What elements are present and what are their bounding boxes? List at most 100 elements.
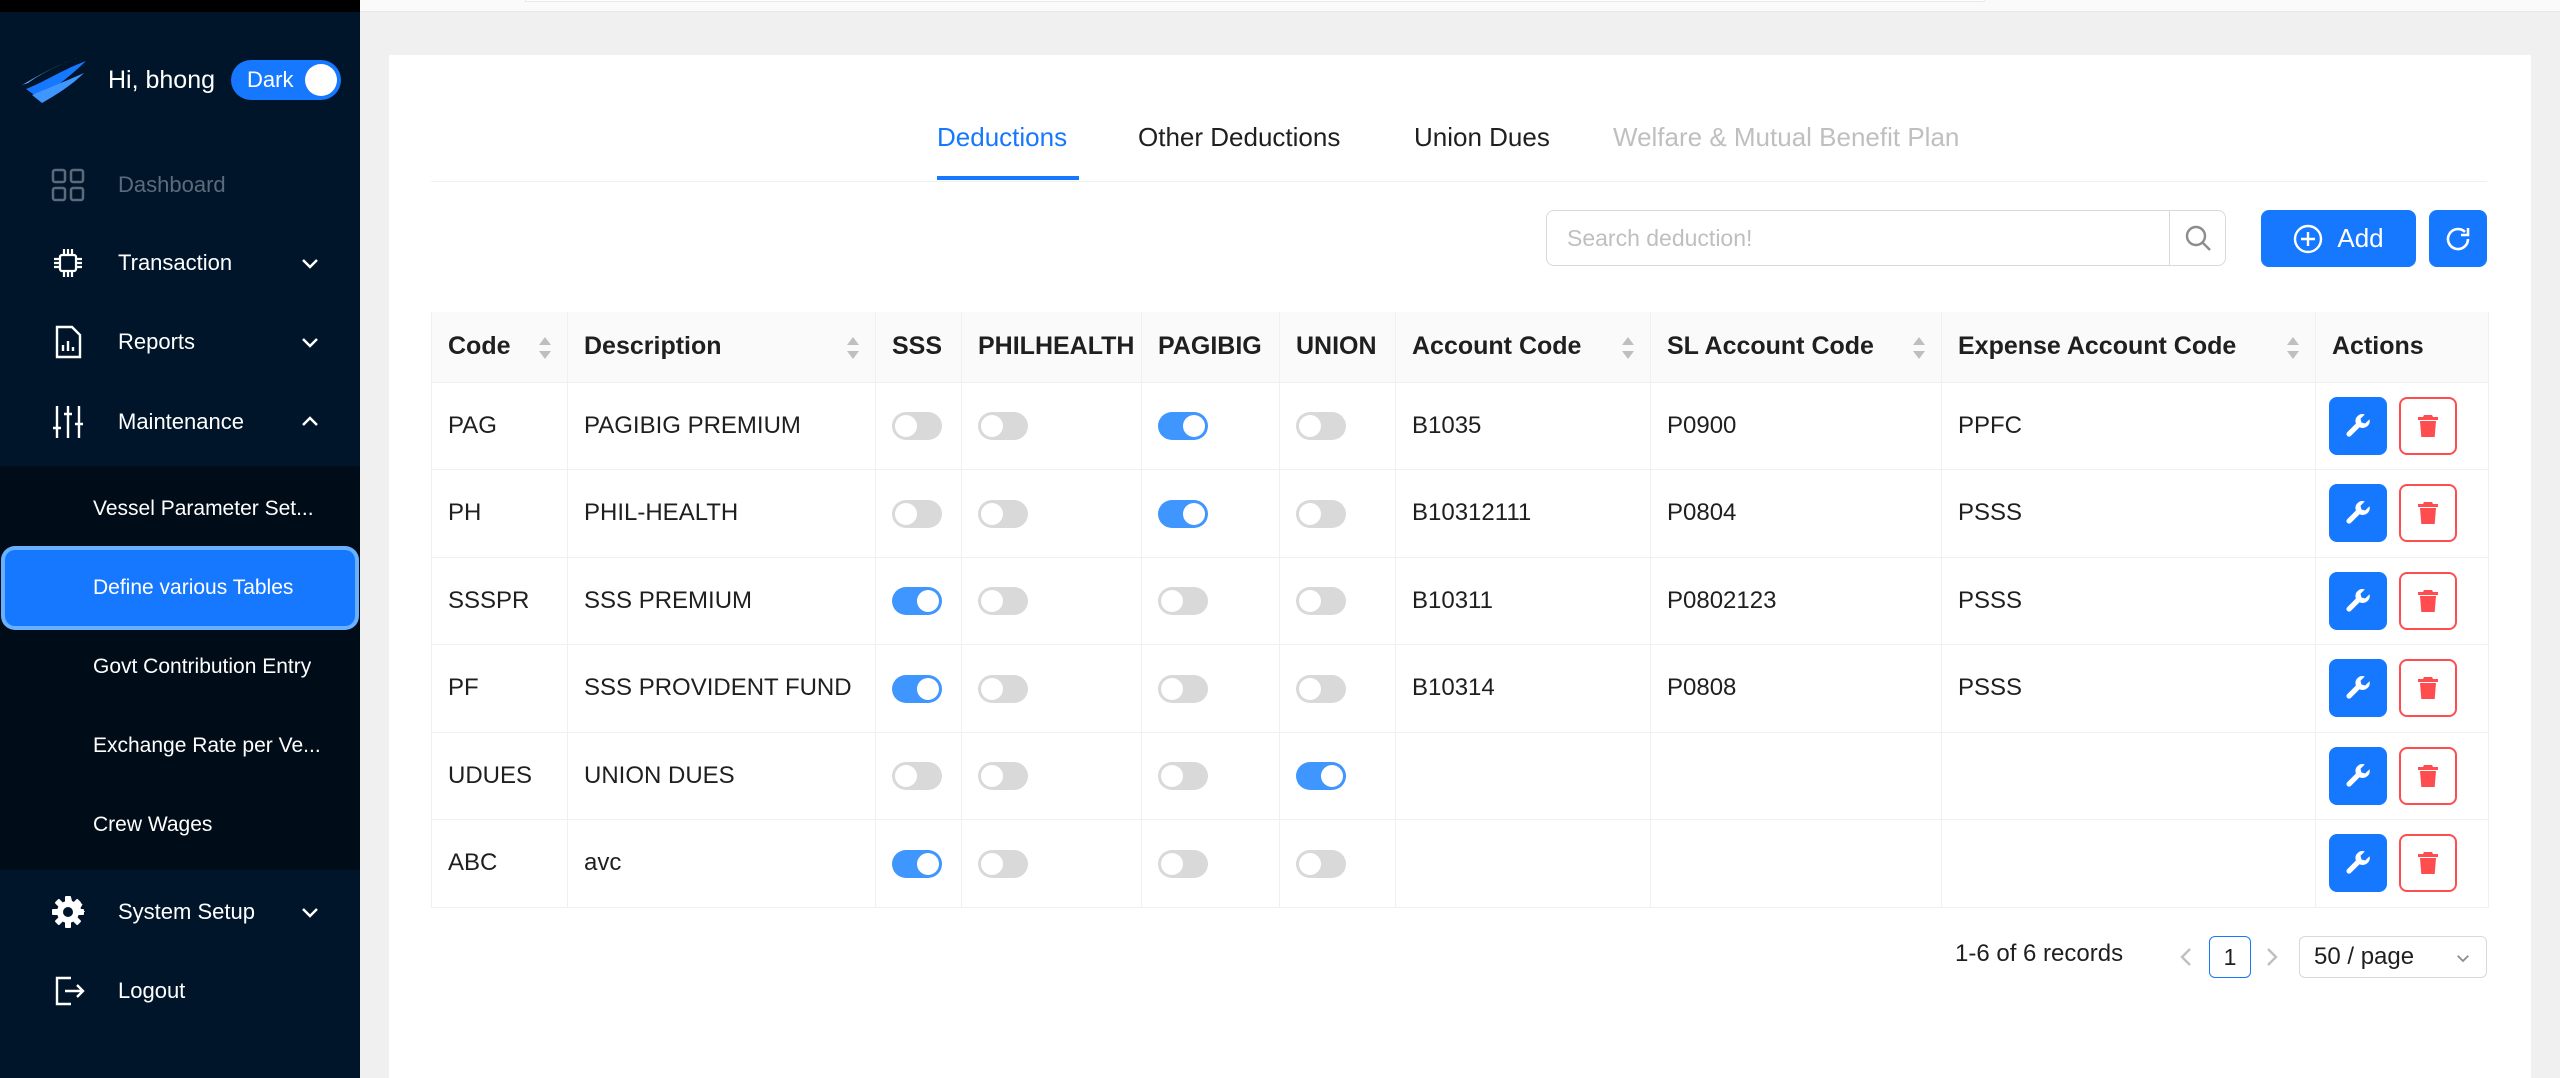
delete-button[interactable] — [2399, 746, 2457, 805]
submenu-item-crew-wages[interactable]: Crew Wages — [0, 790, 360, 860]
chevron-left-icon[interactable] — [2176, 945, 2196, 969]
pagibig-switch[interactable] — [1158, 674, 1208, 703]
trash-icon — [2418, 852, 2438, 875]
code-cell: SSSPR — [431, 557, 568, 645]
column-header-account-code[interactable]: Account Code — [1395, 312, 1651, 383]
sidebar-item-transaction[interactable]: Transaction — [0, 228, 360, 298]
gear-icon — [48, 892, 88, 932]
delete-button[interactable] — [2399, 396, 2457, 455]
user-greeting: Hi, bhong — [108, 65, 216, 94]
submenu-item-exchange-rate[interactable]: Exchange Rate per Ve... — [0, 711, 360, 781]
sss-switch[interactable] — [892, 762, 942, 791]
pagibig-switch[interactable] — [1158, 849, 1208, 878]
wrench-icon — [2346, 851, 2370, 874]
submenu-item-govt-contribution[interactable]: Govt Contribution Entry — [0, 632, 360, 702]
philhealth-switch[interactable] — [978, 762, 1028, 791]
union-switch[interactable] — [1296, 762, 1346, 791]
pagibig-switch[interactable] — [1158, 499, 1208, 528]
column-header-description[interactable]: Description — [567, 312, 876, 383]
philhealth-switch[interactable] — [978, 849, 1028, 878]
sl-account-code-cell — [1650, 819, 1942, 908]
sidebar-item-dashboard[interactable]: Dashboard — [0, 150, 360, 220]
submenu-item-define-tables[interactable]: Define various Tables — [5, 550, 355, 626]
expense-account-code-cell: PSSS — [1941, 557, 2316, 645]
union-switch[interactable] — [1296, 849, 1346, 878]
sidebar-item-system-setup[interactable]: System Setup — [0, 877, 360, 947]
sss-cell — [875, 819, 962, 908]
sidebar-item-maintenance[interactable]: Maintenance — [0, 387, 360, 457]
submenu-item-label: Govt Contribution Entry — [93, 655, 312, 678]
pagibig-switch[interactable] — [1158, 412, 1208, 441]
delete-button[interactable] — [2399, 484, 2457, 543]
edit-button[interactable] — [2329, 834, 2387, 893]
edit-button[interactable] — [2329, 746, 2387, 805]
pagibig-cell — [1141, 557, 1280, 645]
sss-cell — [875, 382, 962, 470]
chevron-down-icon — [302, 338, 318, 348]
philhealth-switch[interactable] — [978, 587, 1028, 616]
sss-switch[interactable] — [892, 674, 942, 703]
edit-button[interactable] — [2329, 659, 2387, 718]
search-icon — [2185, 225, 2211, 251]
table-row: PF SSS PROVIDENT FUND B10314 P0808 PSSS — [431, 644, 2489, 733]
sss-switch[interactable] — [892, 499, 942, 528]
sort-icon — [847, 337, 859, 359]
submenu-item-vessel-parameter[interactable]: Vessel Parameter Set... — [0, 474, 360, 544]
logout-icon — [48, 971, 88, 1011]
refresh-button[interactable] — [2429, 210, 2487, 267]
trash-icon — [2418, 589, 2438, 612]
union-switch[interactable] — [1296, 674, 1346, 703]
sidebar-item-logout[interactable]: Logout — [0, 956, 360, 1026]
sl-account-code-cell: P0804 — [1650, 469, 1942, 558]
union-switch[interactable] — [1296, 499, 1346, 528]
union-cell — [1279, 819, 1396, 908]
column-header-code[interactable]: Code — [431, 312, 568, 383]
add-button[interactable]: Add — [2261, 210, 2416, 267]
sidebar-item-label: Transaction — [118, 250, 233, 275]
search-input[interactable] — [1547, 211, 2169, 265]
pagibig-switch[interactable] — [1158, 587, 1208, 616]
delete-button[interactable] — [2399, 659, 2457, 718]
chevron-down-icon — [2457, 955, 2469, 963]
edit-button[interactable] — [2329, 571, 2387, 630]
union-switch[interactable] — [1296, 412, 1346, 441]
pagination-page-1[interactable]: 1 — [2209, 936, 2251, 978]
union-switch[interactable] — [1296, 587, 1346, 616]
sss-switch[interactable] — [892, 587, 942, 616]
pagibig-switch[interactable] — [1158, 762, 1208, 791]
tab-union-dues[interactable]: Union Dues — [1414, 122, 1550, 153]
philhealth-switch[interactable] — [978, 412, 1028, 441]
wrench-icon — [2346, 676, 2370, 699]
philhealth-switch[interactable] — [978, 674, 1028, 703]
tab-other-deductions[interactable]: Other Deductions — [1138, 122, 1340, 153]
sss-switch[interactable] — [892, 849, 942, 878]
delete-button[interactable] — [2399, 834, 2457, 893]
tab-deductions[interactable]: Deductions — [937, 122, 1067, 153]
refresh-icon — [2446, 227, 2470, 250]
column-header-sl-account-code[interactable]: SL Account Code — [1650, 312, 1942, 383]
submenu-item-label: Crew Wages — [93, 813, 213, 836]
pagibig-cell — [1141, 732, 1280, 820]
sl-account-code-cell: P0802123 — [1650, 557, 1942, 645]
search-button[interactable] — [2169, 211, 2225, 265]
page-size-value: 50 / page — [2314, 943, 2415, 970]
account-code-cell: B1035 — [1395, 382, 1651, 470]
sidebar-item-label: Logout — [118, 978, 186, 1003]
sss-switch[interactable] — [892, 412, 942, 441]
column-header-expense-account-code[interactable]: Expense Account Code — [1941, 312, 2316, 383]
wrench-icon — [2346, 763, 2370, 787]
sidebar-item-reports[interactable]: Reports — [0, 307, 360, 377]
top-search-box[interactable] — [525, 0, 1985, 2]
dark-mode-toggle[interactable]: Dark — [231, 60, 342, 100]
delete-button[interactable] — [2399, 571, 2457, 630]
chevron-right-icon[interactable] — [2262, 945, 2282, 969]
philhealth-switch[interactable] — [978, 499, 1028, 528]
page-size-select[interactable]: 50 / page — [2299, 936, 2487, 978]
transaction-icon — [48, 243, 88, 283]
table-row: SSSPR SSS PREMIUM B10311 P0802123 PSSS — [431, 557, 2489, 645]
edit-button[interactable] — [2329, 396, 2387, 455]
reports-icon — [48, 322, 88, 362]
sss-cell — [875, 469, 962, 558]
edit-button[interactable] — [2329, 484, 2387, 543]
column-header-sss: SSS — [875, 312, 962, 383]
